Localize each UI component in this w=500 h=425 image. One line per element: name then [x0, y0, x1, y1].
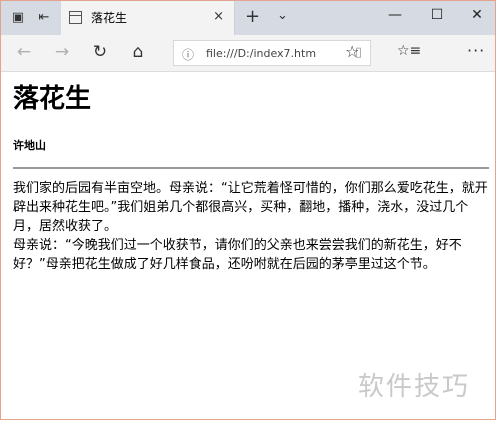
tab-close-icon[interactable]: × [213, 9, 224, 24]
info-icon[interactable]: ⓘ [182, 46, 194, 63]
watermark: 软件技巧 [358, 372, 471, 402]
tab-title: 落花生 [91, 11, 128, 25]
forward-icon[interactable]: → [51, 42, 73, 62]
hub-icon[interactable]: ☆≡ [397, 43, 421, 59]
close-window-icon[interactable]: ✕ [467, 7, 487, 23]
tabs-aside-icon[interactable]: ⇤ [35, 9, 53, 27]
title-bar: ▣ ⇤ 落花生 × + ⌄ — ☐ ✕ [1, 1, 495, 35]
new-tab-icon[interactable]: + [245, 6, 260, 27]
address-bar[interactable]: ⓘ file:///D:/index7.htm ▯ [173, 40, 371, 66]
paragraph: 母亲说：“今晚我们过一个收获节，请你们的父亲也来尝尝我们的新花生，好不好？”母亲… [13, 238, 462, 272]
address-text[interactable]: file:///D:/index7.htm [206, 47, 316, 60]
tab-preview-icon[interactable]: ▣ [9, 9, 27, 27]
paragraph: 我们家的后园有半亩空地。母亲说：“让它荒着怪可惜的，你们那么爱吃花生，就开辟出来… [13, 181, 488, 234]
divider [13, 167, 489, 169]
browser-window: ▣ ⇤ 落花生 × + ⌄ — ☐ ✕ ← → ↻ ⌂ ⓘ file:///D:… [0, 0, 496, 420]
navigation-bar: ← → ↻ ⌂ ⓘ file:///D:/index7.htm ▯ ☆ ☆≡ ·… [1, 35, 495, 72]
refresh-icon[interactable]: ↻ [89, 42, 111, 62]
author-name: 许地山 [13, 139, 46, 152]
maximize-icon[interactable]: ☐ [427, 7, 447, 23]
page-icon [69, 11, 82, 24]
more-icon[interactable]: ··· [467, 41, 485, 60]
page-title: 落花生 [13, 84, 92, 114]
home-icon[interactable]: ⌂ [127, 42, 149, 62]
tab-active[interactable]: 落花生 × [61, 1, 235, 35]
minimize-icon[interactable]: — [385, 7, 405, 23]
back-icon[interactable]: ← [13, 42, 35, 62]
article-body: 我们家的后园有半亩空地。母亲说：“让它荒着怪可惜的，你们那么爱吃花生，就开辟出来… [13, 179, 489, 274]
tab-list-icon[interactable]: ⌄ [277, 8, 288, 23]
favorite-icon[interactable]: ☆ [345, 42, 359, 61]
